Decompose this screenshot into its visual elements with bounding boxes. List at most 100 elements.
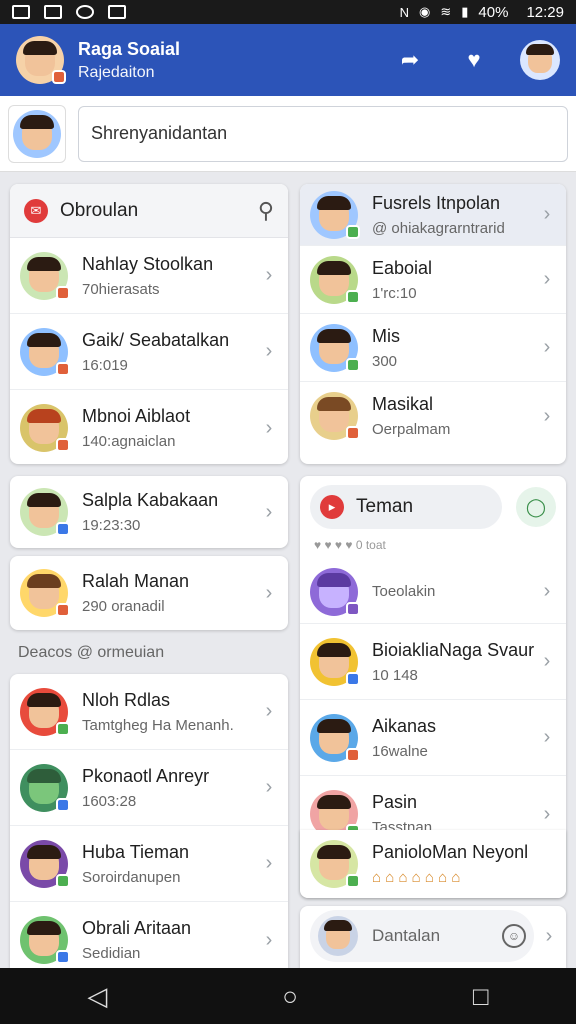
contact-preview: Sedidian — [82, 945, 141, 962]
chat-name: Gaik/ Seabatalkan — [82, 329, 230, 350]
avatar — [20, 569, 70, 617]
chat-row[interactable]: Nahlay Stoolkan 70hierasats › — [10, 238, 288, 314]
chat-row[interactable]: Gaik/ Seabatalkan 16:019 › — [10, 314, 288, 390]
friend-row[interactable]: Toeolakin › — [300, 560, 566, 624]
chevron-right-icon: › — [545, 924, 553, 947]
chat-name: Mbnoi Aiblaot — [82, 406, 191, 426]
avatar — [310, 840, 360, 888]
chevron-right-icon: › — [543, 268, 551, 290]
avatar — [310, 637, 360, 686]
friend-name: BioiakliaNaga Svaur — [372, 639, 535, 660]
friend-row[interactable]: PanioloMan Neyonl ⌂ ⌂ ⌂ ⌂ ⌂ ⌂ ⌂ — [300, 830, 566, 898]
contact-name: Nloh Rdlas — [82, 689, 171, 710]
contact-preview: 1603:28 — [82, 792, 137, 810]
clock: 12:29 — [526, 3, 564, 21]
compose-pill[interactable]: Dantalan ☺ — [310, 910, 534, 962]
chat-row[interactable]: Salpla Kabakaan 19:23:30 › — [10, 476, 288, 548]
groups-card: Fusrels Itnpolan @ ohiakagrarntrarid › Ea… — [300, 184, 566, 464]
chat-row[interactable]: Mbnoi Aiblaot 140:agnaiclan › — [10, 390, 288, 464]
search-icon[interactable]: ⚲ — [258, 198, 274, 224]
avatar — [20, 687, 70, 736]
avatar — [20, 327, 70, 376]
nfc-icon: N — [399, 4, 410, 20]
app-title: Raga Soaial — [78, 38, 181, 59]
contact-row[interactable]: Nloh Rdlas Tamtgheg Ha Menanh. › — [10, 674, 288, 750]
contact-name: Obrali Aritaan — [82, 918, 192, 938]
contact-row[interactable]: Huba Tieman Soroirdanupen › — [10, 826, 288, 902]
chat-name: Nahlay Stoolkan — [82, 253, 214, 274]
group-row[interactable]: Masikal Oerpalmam › — [300, 382, 566, 450]
chat-bubble-icon[interactable]: ◯ — [516, 487, 556, 527]
chevron-right-icon: › — [543, 336, 551, 358]
group-row[interactable]: Eaboial 1'rc:10 › — [300, 246, 566, 314]
chat-preview: 70hierasats — [82, 280, 160, 298]
group-row[interactable]: Fusrels Itnpolan @ ohiakagrarntrarid › — [300, 184, 566, 246]
back-icon[interactable]: ◁ — [87, 981, 107, 1012]
recents-icon[interactable]: □ — [473, 981, 489, 1012]
friend-preview: Toeolakin — [372, 583, 436, 600]
chevron-right-icon: › — [265, 581, 273, 604]
friend-name: Aikanas — [372, 715, 437, 736]
friend-preview: 10 148 — [372, 666, 418, 684]
avatar — [318, 916, 358, 956]
chevron-right-icon: › — [265, 264, 273, 286]
group-preview: Oerpalmam — [372, 421, 451, 438]
profile-avatar[interactable] — [16, 36, 66, 84]
group-row[interactable]: Mis 300 › — [300, 314, 566, 382]
search-input[interactable] — [78, 105, 568, 162]
avatar — [20, 251, 70, 300]
chat-name: Salpla Kabakaan — [82, 490, 219, 510]
avatar — [20, 488, 70, 536]
avatar — [310, 713, 360, 762]
chat-row[interactable]: Ralah Manan 290 oranadil › — [10, 556, 288, 630]
friends-title: Teman — [356, 496, 414, 517]
chat-preview: 140:agnaiclan — [82, 433, 176, 450]
compose-card: Dantalan ☺ › — [300, 906, 566, 968]
chevron-right-icon: › — [265, 852, 273, 874]
chat-preview: 19:23:30 — [82, 517, 141, 534]
avatar — [310, 392, 360, 440]
contact-row[interactable]: Pkonaotl Anreyr 1603:28 › — [10, 750, 288, 826]
chat-preview: 290 oranadil — [82, 598, 165, 615]
navigation-bar: ◁ ○ □ — [0, 968, 576, 1024]
chat-name: Ralah Manan — [82, 571, 190, 591]
notification-bell-icon[interactable]: ♥ — [456, 42, 492, 78]
chats-header: ✉ Obroulan ⚲ — [10, 184, 288, 238]
location-icon: ◉ — [419, 4, 431, 19]
contact-row[interactable]: Obrali Aritaan Sedidian › — [10, 902, 288, 968]
self-avatar-box[interactable] — [8, 104, 66, 163]
single-card[interactable]: Salpla Kabakaan 19:23:30 › — [10, 476, 288, 548]
message-icon — [108, 5, 126, 19]
contacts-card: Nloh Rdlas Tamtgheg Ha Menanh. › Pkonaotl… — [10, 674, 288, 968]
chevron-right-icon: › — [265, 500, 273, 523]
chat-badge-icon: ✉ — [24, 198, 48, 223]
friend-row[interactable]: Aikanas 16walne › — [300, 700, 566, 776]
compose-row[interactable]: Dantalan ☺ › — [300, 906, 566, 966]
home-icon[interactable]: ○ — [282, 981, 298, 1012]
app-bar: Raga Soaial Rajedaiton ➦ ♥ — [0, 24, 576, 96]
group-name: Fusrels Itnpolan — [372, 192, 501, 213]
single-card[interactable]: Ralah Manan 290 oranadil › — [10, 556, 288, 630]
contact-preview: Tamtgheg Ha Menanh. — [82, 716, 234, 734]
section-label: Deacos @ ormeuian — [18, 644, 165, 661]
search-row — [0, 96, 576, 172]
friend-name: PanioloMan Neyonl — [372, 842, 529, 862]
status-bar: N ◉ ≋ ▮ 40% 12:29 — [0, 0, 576, 24]
friends-tab[interactable]: ▸ Teman — [310, 485, 502, 529]
chevron-right-icon: › — [543, 802, 551, 825]
battery-text: 40% — [478, 3, 509, 21]
chevron-right-icon: › — [543, 203, 551, 225]
wifi-icon: ≋ — [440, 4, 452, 19]
avatar — [20, 839, 70, 888]
chat-preview: 16:019 — [82, 356, 128, 374]
account-avatar[interactable] — [520, 40, 560, 80]
chevron-right-icon: › — [543, 580, 551, 602]
share-icon[interactable]: ➦ — [392, 42, 428, 78]
group-preview: 1'rc:10 — [372, 284, 417, 302]
chevron-right-icon: › — [543, 650, 551, 672]
chats-card: ✉ Obroulan ⚲ Nahlay Stoolkan 70hierasats … — [10, 184, 288, 464]
group-preview: @ ohiakagrarntrarid — [372, 219, 505, 237]
emoji-icon[interactable]: ☺ — [502, 924, 526, 948]
friend-row[interactable]: BioiakliaNaga Svaur 10 148 › — [300, 624, 566, 700]
group-name: Masikal — [372, 394, 434, 414]
